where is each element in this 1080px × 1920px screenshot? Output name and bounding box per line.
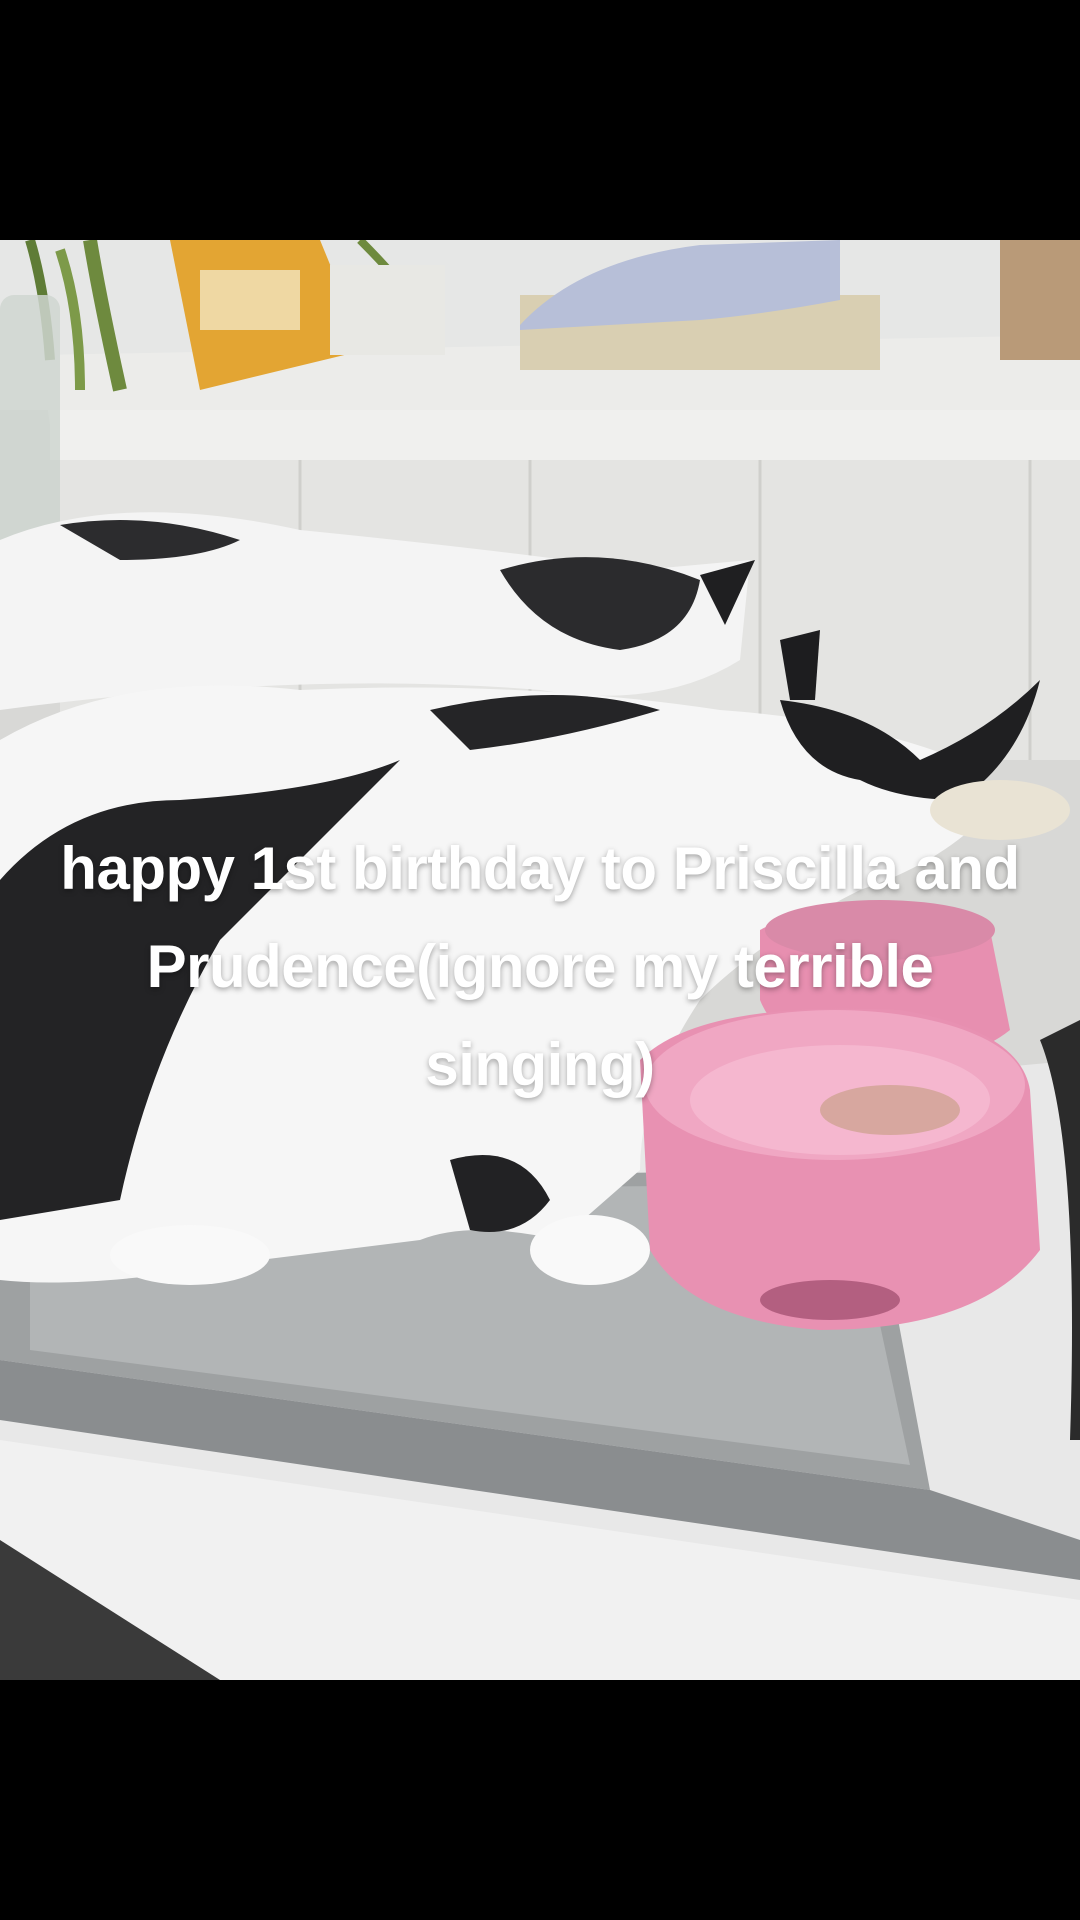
video-caption: happy 1st birthday to Priscilla and Prud…: [60, 835, 1020, 1098]
video-frame[interactable]: happy 1st birthday to Priscilla and Prud…: [0, 240, 1080, 1680]
letterbox-bottom: [0, 1680, 1080, 1920]
letterbox-top: [0, 0, 1080, 240]
